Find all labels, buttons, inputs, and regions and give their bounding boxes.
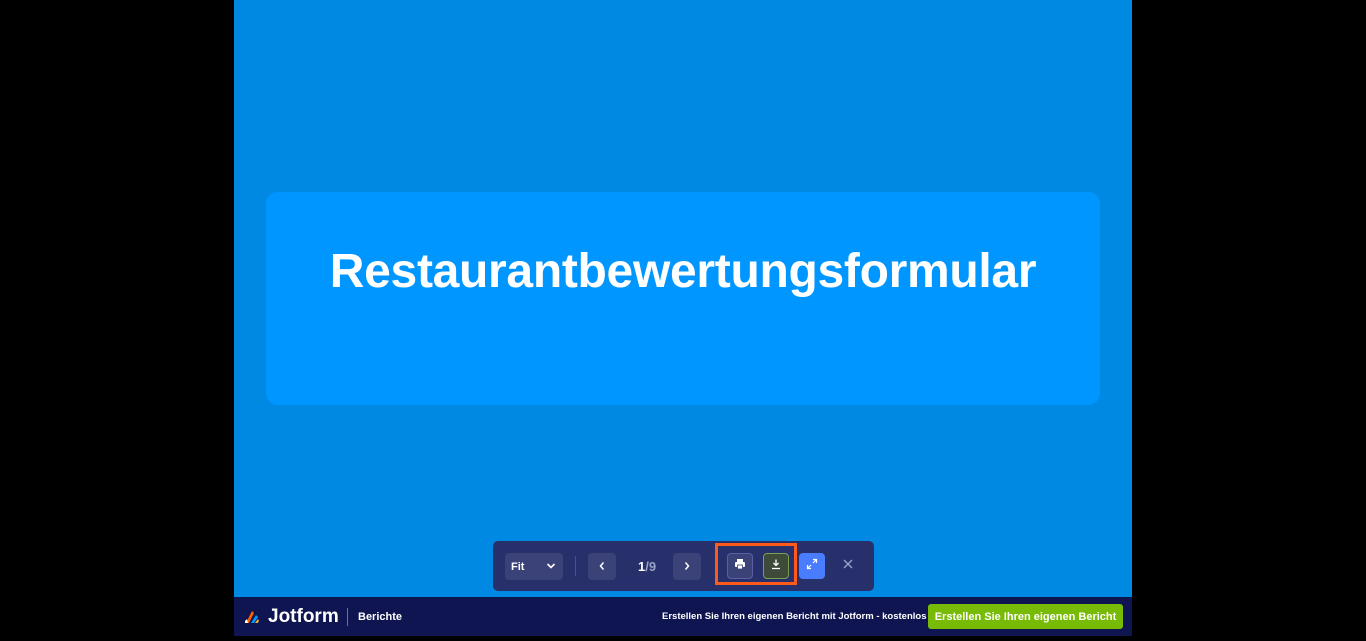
chevron-left-icon — [598, 558, 606, 576]
close-button[interactable] — [835, 553, 861, 579]
printer-icon — [734, 557, 746, 575]
footer-bar: Jotform Berichte Erstellen Sie Ihren eig… — [234, 597, 1132, 636]
create-report-button[interactable]: Erstellen Sie Ihren eigenen Bericht — [928, 604, 1123, 629]
page-total: 9 — [648, 559, 657, 574]
viewer-toolbar: Fit 1 / 9 — [493, 541, 874, 591]
close-icon — [842, 557, 854, 575]
toolbar-divider — [575, 556, 576, 576]
download-icon — [770, 557, 782, 575]
prev-page-button[interactable] — [588, 553, 616, 580]
next-page-button[interactable] — [673, 553, 701, 580]
expand-icon — [806, 557, 818, 575]
slide-title: Restaurantbewertungsformular — [329, 245, 1037, 298]
download-button[interactable] — [763, 553, 789, 579]
jotform-logo-icon[interactable] — [243, 608, 261, 631]
zoom-value: Fit — [511, 560, 525, 573]
page-indicator: 1 / 9 — [621, 553, 673, 580]
fullscreen-button[interactable] — [799, 553, 825, 579]
print-button[interactable] — [727, 553, 753, 579]
promo-text: Erstellen Sie Ihren eigenen Bericht mit … — [662, 611, 927, 622]
chevron-right-icon — [683, 558, 691, 576]
brand-name[interactable]: Jotform — [268, 606, 339, 628]
zoom-select[interactable]: Fit — [505, 553, 563, 580]
page-current: 1 — [637, 559, 646, 574]
title-card: Restaurantbewertungsformular — [266, 192, 1100, 405]
section-label: Berichte — [358, 611, 403, 623]
chevron-down-icon — [546, 560, 556, 575]
brand-divider — [347, 608, 348, 626]
report-slide: Restaurantbewertungsformular — [234, 0, 1132, 597]
